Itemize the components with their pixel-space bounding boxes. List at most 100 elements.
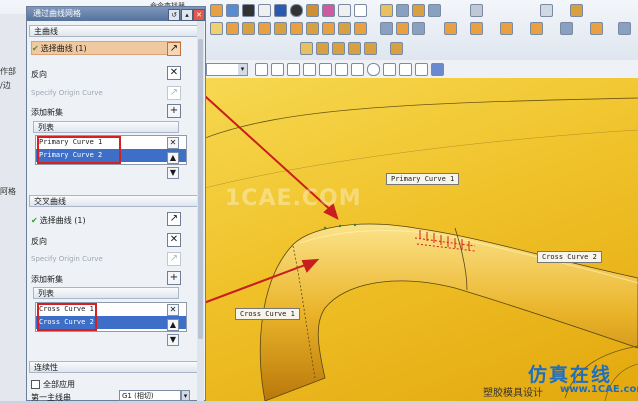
- toolbar-icon[interactable]: [500, 22, 513, 35]
- toolbar-icon[interactable]: [210, 4, 223, 17]
- toolbar-icon[interactable]: [335, 63, 348, 76]
- move-down-icon[interactable]: ▼: [167, 334, 179, 346]
- toolbar-icon[interactable]: [380, 22, 393, 35]
- toolbar-icon[interactable]: [274, 22, 287, 35]
- toolbar-icon[interactable]: [396, 22, 409, 35]
- apply-all-row[interactable]: 全部应用: [31, 379, 75, 390]
- add-new-set-label: 添加新集: [31, 108, 63, 117]
- chevron-down-icon: ▾: [238, 64, 247, 75]
- toolbar-icon[interactable]: [226, 4, 239, 17]
- toolbar-icon[interactable]: [380, 4, 393, 17]
- toolbar-icon[interactable]: [306, 22, 319, 35]
- toolbar-icon[interactable]: [383, 63, 396, 76]
- toolbar-icon[interactable]: [367, 63, 380, 76]
- toolbar-icon[interactable]: [242, 22, 255, 35]
- reverse-direction-icon[interactable]: ✕: [167, 66, 181, 80]
- toolbar-icon[interactable]: [316, 42, 329, 55]
- move-up-icon[interactable]: ▲: [167, 152, 179, 164]
- toolbar-icon[interactable]: [415, 63, 428, 76]
- toolbar-icon[interactable]: [210, 22, 223, 35]
- move-up-icon[interactable]: ▲: [167, 319, 179, 331]
- dialog-title: 通过曲线网格: [33, 9, 81, 18]
- toolbar-icon[interactable]: [570, 4, 583, 17]
- toolbar-icon[interactable]: [364, 42, 377, 55]
- wechat-label: 塑胶模具设计: [483, 388, 543, 399]
- select-curve-label: 选择曲线 (1): [40, 44, 87, 53]
- toolbar-icon[interactable]: [618, 22, 631, 35]
- continuity-section[interactable]: 连续性: [29, 361, 201, 373]
- highlight-box: [37, 303, 97, 331]
- dialog-scrollbar[interactable]: [197, 21, 204, 401]
- chevron-down-icon[interactable]: ▾: [181, 390, 190, 401]
- toolbar-icon[interactable]: [303, 63, 316, 76]
- toolbar-icon[interactable]: [540, 4, 553, 17]
- toolbar-icon[interactable]: [258, 4, 271, 17]
- scrollbar-thumb[interactable]: [198, 39, 203, 339]
- toolbar-icon[interactable]: [242, 4, 255, 17]
- toolbar-icon[interactable]: [338, 22, 351, 35]
- toolbar-icon[interactable]: [590, 22, 603, 35]
- graphics-viewport[interactable]: Primary Curve 1 Cross Curve 2 Cross Curv…: [205, 78, 638, 401]
- toolbar-icon[interactable]: [255, 63, 268, 76]
- left-label: 作部: [0, 67, 16, 76]
- toolbar-icon[interactable]: [412, 4, 425, 17]
- toolbar-icon[interactable]: [428, 4, 441, 17]
- remove-icon[interactable]: ✕: [167, 137, 179, 149]
- toolbar-icon[interactable]: [560, 22, 573, 35]
- continuity-value: G1 (相切): [122, 392, 154, 400]
- toolbar-icon[interactable]: [412, 22, 425, 35]
- toolbar-icon[interactable]: [354, 4, 367, 17]
- check-icon: ✔: [31, 216, 38, 225]
- curve-select-icon[interactable]: ↗: [167, 212, 181, 226]
- toolbar-icon[interactable]: [390, 42, 403, 55]
- selection-toolbar: [205, 60, 638, 79]
- toolbar-icon[interactable]: [258, 22, 271, 35]
- toolbar-icon[interactable]: [396, 4, 409, 17]
- select-cross-curve-row[interactable]: ✔ 选择曲线 (1): [31, 215, 86, 226]
- select-primary-curve-row[interactable]: ✔ 选择曲线 (1): [31, 41, 181, 55]
- add-set-icon[interactable]: +: [167, 104, 181, 118]
- watermark-text: 1CAE.COM: [225, 186, 362, 211]
- brand-url: www.1CAE.com: [560, 384, 638, 395]
- close-icon[interactable]: ✕: [193, 9, 205, 21]
- toolbar-icon[interactable]: [348, 42, 361, 55]
- primary-curve-1-label: Primary Curve 1: [386, 173, 460, 185]
- toolbar-icon[interactable]: [351, 63, 364, 76]
- toolbar-icon[interactable]: [338, 4, 351, 17]
- primary-curves-section[interactable]: 主曲线: [29, 25, 201, 37]
- reverse-direction-icon[interactable]: ✕: [167, 233, 181, 247]
- toolbar-icon[interactable]: [322, 22, 335, 35]
- toolbar-icon[interactable]: [322, 4, 335, 17]
- toolbar-icon[interactable]: [306, 4, 319, 17]
- toolbar-icon[interactable]: [300, 42, 313, 55]
- toolbar-icon[interactable]: [287, 63, 300, 76]
- remove-icon[interactable]: ✕: [167, 304, 179, 316]
- move-down-icon[interactable]: ▼: [167, 167, 179, 179]
- first-primary-label: 第一主线串: [31, 393, 71, 402]
- toolbar-icon[interactable]: [290, 4, 303, 17]
- cross-curves-section[interactable]: 交叉曲线: [29, 195, 201, 207]
- selection-filter-dropdown[interactable]: ▾: [206, 63, 248, 76]
- highlight-box: [37, 136, 121, 164]
- toolbar-icon[interactable]: [354, 22, 367, 35]
- toolbar-icon[interactable]: [226, 22, 239, 35]
- reset-icon[interactable]: ↺: [168, 9, 180, 21]
- continuity-dropdown[interactable]: G1 (相切): [119, 390, 181, 401]
- curve-select-icon[interactable]: ↗: [167, 42, 181, 56]
- toolbar-icon[interactable]: [431, 63, 444, 76]
- reverse-label: 反向: [31, 70, 47, 79]
- toolbar-icon[interactable]: [399, 63, 412, 76]
- toolbar-icon[interactable]: [274, 4, 287, 17]
- add-new-set-label: 添加新集: [31, 275, 63, 284]
- toolbar-icon[interactable]: [271, 63, 284, 76]
- collapse-icon[interactable]: ▴: [181, 9, 193, 21]
- toolbar-icon[interactable]: [470, 22, 483, 35]
- toolbar-icon[interactable]: [332, 42, 345, 55]
- toolbar-icon[interactable]: [319, 63, 332, 76]
- toolbar-icon[interactable]: [290, 22, 303, 35]
- toolbar-icon[interactable]: [470, 4, 483, 17]
- add-set-icon[interactable]: +: [167, 271, 181, 285]
- toolbar-icon[interactable]: [530, 22, 543, 35]
- toolbar-icon[interactable]: [444, 22, 457, 35]
- apply-all-checkbox[interactable]: [31, 380, 40, 389]
